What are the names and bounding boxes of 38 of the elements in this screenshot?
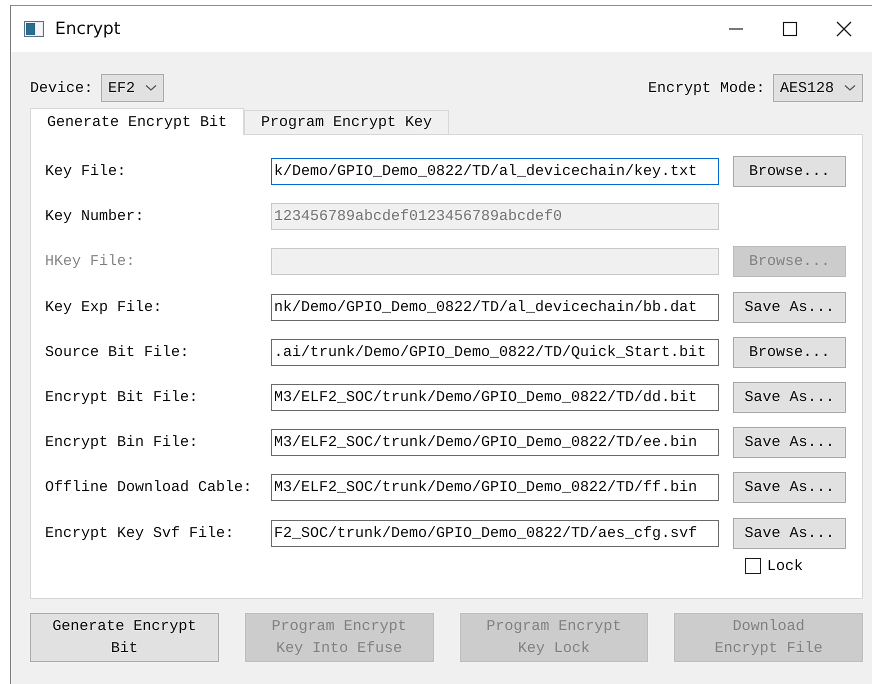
input-field[interactable]: M3/ELF2_SOC/trunk/Demo/GPIO_Demo_0822/TD/ff.bin [271, 474, 719, 502]
device-label: Device: [30, 80, 94, 96]
file-button[interactable]: Browse... [733, 156, 846, 188]
input-field[interactable]: nk/Demo/GPIO_Demo_0822/TD/al_devicechain/bb.dat [271, 294, 719, 321]
field-label: Key Number: [45, 208, 146, 226]
tab[interactable]: Generate Encrypt Bit [30, 108, 244, 135]
input-field[interactable]: F2_SOC/trunk/Demo/GPIO_Demo_0822/TD/aes_cfg.svf [271, 520, 719, 547]
file-button[interactable]: Save As... [733, 427, 846, 458]
lock-label: Lock [767, 558, 804, 575]
field-label: Encrypt Bit File: [45, 389, 200, 406]
input-field[interactable]: .ai/trunk/Demo/GPIO_Demo_0822/TD/Quick_Start.bit [271, 338, 719, 366]
tab[interactable]: Program Encrypt Key [244, 110, 450, 134]
field-label: Key File: [45, 163, 128, 180]
field-label: Key Exp File: [45, 298, 164, 316]
close-icon[interactable] [836, 21, 852, 37]
encrypt-mode-label: Encrypt Mode: [648, 80, 765, 96]
action-button[interactable]: Generate Encrypt Bit [30, 613, 219, 662]
device-dropdown[interactable]: EF2 [101, 74, 164, 102]
field-label: Encrypt Key Svf File: [45, 524, 236, 542]
lock-checkbox[interactable] [745, 558, 761, 574]
file-button[interactable]: Save As... [733, 518, 846, 549]
field-label: Encrypt Bin File: [45, 434, 200, 452]
chevron-down-icon [145, 84, 158, 92]
window-icon [24, 21, 44, 37]
window-title: Encrypt [55, 19, 120, 39]
file-button[interactable]: Browse... [733, 336, 846, 368]
input-field[interactable]: k/Demo/GPIO_Demo_0822/TD/al_devicechain/key.txt [271, 158, 719, 186]
field-label: Offline Download Cable: [45, 479, 254, 496]
file-button[interactable]: Save As... [733, 472, 846, 504]
encrypt-mode-dropdown[interactable]: AES128 [772, 74, 863, 102]
chevron-down-icon [844, 84, 856, 92]
field-label: HKey File: [45, 253, 136, 270]
file-button[interactable]: Save As... [733, 382, 846, 414]
maximize-icon[interactable] [782, 21, 798, 37]
field-label: Source Bit File: [45, 344, 190, 361]
input-field[interactable]: M3/ELF2_SOC/trunk/Demo/GPIO_Demo_0822/TD/dd.bit [271, 384, 719, 412]
input-field[interactable]: M3/ELF2_SOC/trunk/Demo/GPIO_Demo_0822/TD/ee.bin [271, 429, 719, 456]
file-button[interactable]: Save As... [733, 292, 846, 323]
